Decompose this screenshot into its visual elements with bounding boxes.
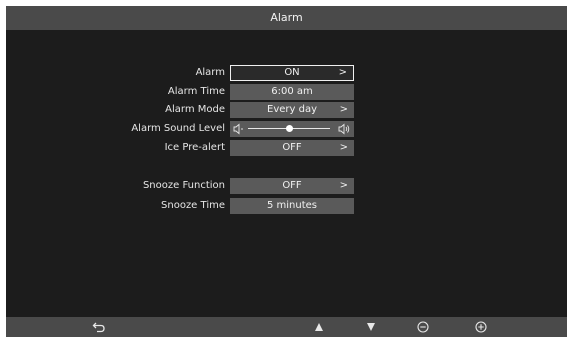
setting-row-alarm-sound-level: Alarm Sound Level: [6, 121, 567, 137]
snooze-time-field[interactable]: 5 minutes: [230, 198, 354, 214]
setting-row-alarm-mode: Alarm Mode Every day >: [6, 102, 567, 118]
footer-toolbar: [6, 317, 567, 337]
setting-value: 6:00 am: [271, 86, 313, 97]
chevron-right-icon: >: [338, 67, 347, 78]
minus-icon: [417, 321, 429, 333]
alarm-toggle-field[interactable]: ON >: [230, 65, 354, 81]
setting-row-snooze-function: Snooze Function OFF >: [6, 178, 567, 194]
setting-label: Ice Pre-alert: [164, 142, 225, 153]
alarm-time-field[interactable]: 6:00 am: [230, 84, 354, 100]
setting-row-ice-pre-alert: Ice Pre-alert OFF >: [6, 140, 567, 156]
chevron-right-icon: >: [339, 104, 348, 115]
setting-label: Alarm Time: [167, 86, 225, 97]
up-button[interactable]: [306, 317, 332, 337]
setting-label: Alarm Sound Level: [131, 123, 225, 134]
down-button[interactable]: [358, 317, 384, 337]
decrease-button[interactable]: [410, 317, 436, 337]
down-arrow-icon: [367, 323, 375, 331]
up-arrow-icon: [315, 323, 323, 331]
chevron-right-icon: >: [339, 180, 348, 191]
alarm-sound-level-slider[interactable]: [230, 121, 354, 137]
setting-value: Every day: [267, 104, 317, 115]
setting-value: 5 minutes: [266, 200, 318, 211]
slider-knob[interactable]: [286, 125, 293, 132]
setting-row-snooze-time: Snooze Time 5 minutes: [6, 198, 567, 214]
snooze-function-field[interactable]: OFF >: [230, 178, 354, 194]
plus-icon: [475, 321, 487, 333]
alarm-mode-field[interactable]: Every day >: [230, 102, 354, 118]
setting-value: ON: [284, 67, 300, 78]
speaker-low-icon[interactable]: [233, 123, 245, 135]
chevron-right-icon: >: [339, 142, 348, 153]
setting-label: Alarm Mode: [165, 104, 225, 115]
setting-row-alarm-time: Alarm Time 6:00 am: [6, 84, 567, 100]
setting-value: OFF: [282, 142, 302, 153]
setting-row-alarm: Alarm ON >: [6, 65, 567, 81]
setting-label: Snooze Function: [142, 180, 225, 191]
page-title: Alarm: [6, 6, 567, 30]
increase-button[interactable]: [468, 317, 494, 337]
back-button[interactable]: [86, 317, 112, 337]
setting-label: Alarm: [195, 67, 225, 78]
ice-pre-alert-field[interactable]: OFF >: [230, 140, 354, 156]
setting-value: OFF: [282, 180, 302, 191]
setting-label: Snooze Time: [161, 200, 225, 211]
back-icon: [92, 322, 105, 333]
speaker-high-icon[interactable]: [338, 123, 350, 135]
alarm-screen: Alarm Alarm ON > Alarm Time 6:00 am Alar…: [6, 6, 567, 337]
